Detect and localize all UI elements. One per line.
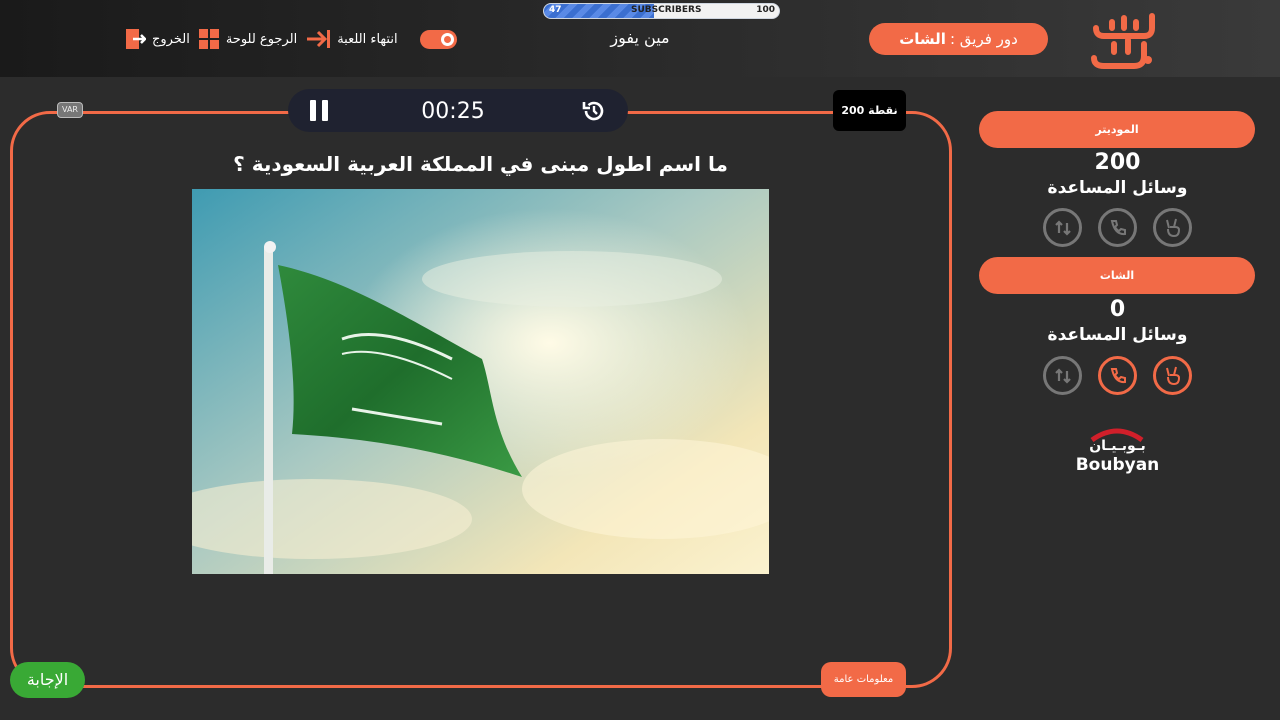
sponsor-english: Boubyan [1075,455,1160,475]
grid-icon [198,29,219,49]
timer-display: 00:25 [421,99,485,124]
category-pill: معلومات عامة [821,662,906,697]
timer-bar: 00:25 [288,89,628,132]
team-score-moderator: 200 [1094,150,1141,175]
back-to-board-label: الرجوع للوحة [225,31,298,47]
turn-team: الشات [899,30,946,48]
hand-aid-chat[interactable] [1153,356,1192,395]
phone-icon [1110,219,1126,235]
aids-label-moderator: وسائل المساعدة [1047,178,1188,198]
end-game-button[interactable]: انتهاء اللعبة [305,28,398,50]
subscribers-label: SUBSCRIBERS [631,5,702,15]
swap-aid-moderator[interactable] [1043,208,1082,247]
sponsor-arabic: بـوبـيـان [1089,438,1146,454]
team-pill-chat: الشات [979,257,1255,294]
team-pill-moderator: الموديتر [979,111,1255,148]
subscribers-progress: 47 SUBSCRIBERS 100 [543,3,780,19]
phone-icon [1110,367,1126,383]
settings-toggle[interactable] [419,29,457,49]
exit-button[interactable]: الخروج [124,28,190,50]
call-aid-moderator[interactable] [1098,208,1137,247]
question-text: ما اسم اطول مبنى في المملكة العربية السع… [233,152,728,176]
current-turn-pill: دور فريق : الشات [869,23,1048,55]
question-image-saudi-flag [192,189,769,574]
arrow-right-bar-icon [307,30,331,48]
sin-jeem-logo [1091,13,1155,69]
subscribers-current: 47 [549,5,562,15]
question-points: 200 نقطة [833,90,906,131]
team-score-chat: 0 [1109,297,1126,322]
game-title: مين يفوز [610,28,670,47]
end-game-label: انتهاء اللعبة [337,31,398,47]
back-to-board-button[interactable]: الرجوع للوحة [198,28,297,50]
turn-prefix: دور فريق : [949,30,1018,48]
peace-hand-icon [1165,218,1180,237]
swap-aid-chat[interactable] [1043,356,1082,395]
exit-door-icon [126,29,146,49]
aids-label-chat: وسائل المساعدة [1047,325,1188,345]
swap-arrows-icon [1054,367,1071,384]
top-actions: الخروج الرجوع للوحة انتهاء اللعبة [124,27,457,51]
call-aid-chat[interactable] [1098,356,1137,395]
swap-arrows-icon [1054,219,1071,236]
answer-button[interactable]: الإجابة [10,662,85,698]
peace-hand-icon [1165,366,1180,385]
pause-icon[interactable] [310,100,328,121]
exit-label: الخروج [152,31,190,47]
reset-timer-icon[interactable] [582,99,606,123]
hand-aid-moderator[interactable] [1153,208,1192,247]
subscribers-max: 100 [756,5,775,15]
var-badge[interactable]: VAR [57,102,83,118]
